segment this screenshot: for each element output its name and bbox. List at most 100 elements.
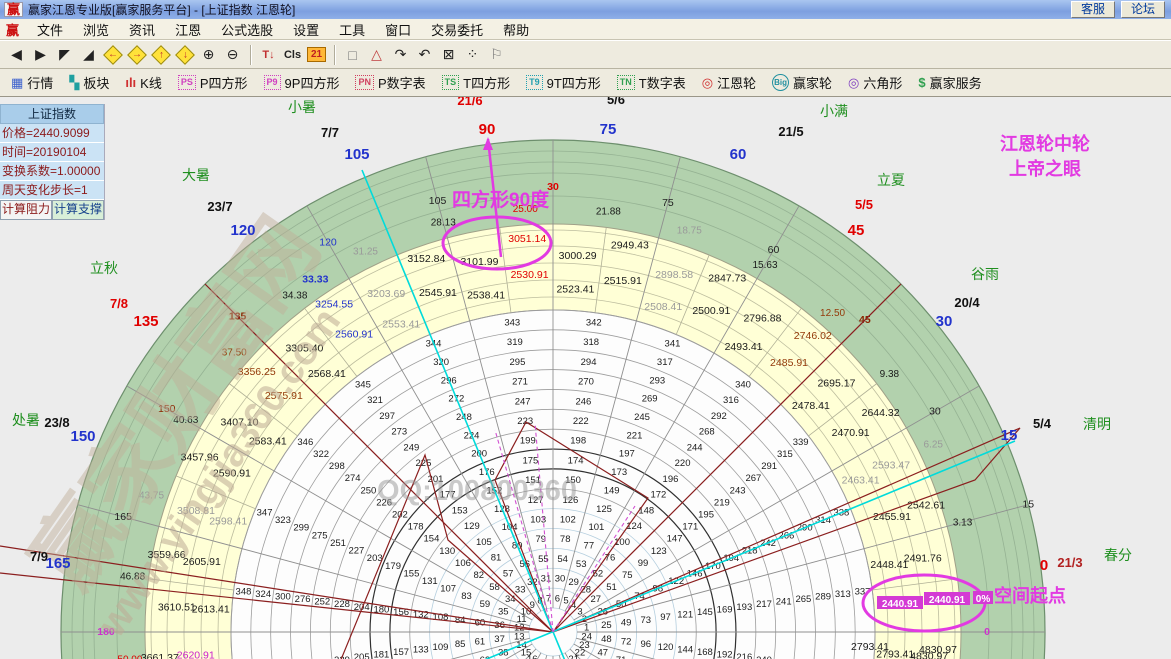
svg-text:2847.73: 2847.73 [708,273,746,285]
svg-text:立夏: 立夏 [877,172,905,188]
svg-text:125: 125 [596,504,612,515]
tab-quotes[interactable]: ▦行情 [3,73,61,92]
calc-resistance-button[interactable]: 计算阻力 [0,200,52,220]
svg-text:49: 49 [621,617,632,628]
tab-kline[interactable]: ılı K线 [117,73,170,92]
pan-down-icon-shape: ↓ [175,45,195,65]
svg-text:133: 133 [413,644,429,655]
flag-tool-icon[interactable]: ⚐ [485,44,508,66]
kline-icon: ılı [125,77,136,88]
tab-winner-wheel[interactable]: Big赢家轮 [764,73,840,92]
square-tool-icon[interactable]: □ [341,44,364,66]
pan-down-icon[interactable]: ↓ [173,44,196,66]
tab-p-square[interactable]: PSP四方形 [170,73,256,92]
triangle-tool-icon[interactable]: △ [365,44,388,66]
tab-label-gann-wheel: 江恩轮 [717,73,756,92]
tab-sectors[interactable]: ▚板块 [61,73,117,92]
svg-text:57: 57 [503,568,514,579]
svg-text:317: 317 [657,357,673,368]
svg-text:60: 60 [475,617,486,628]
svg-text:QQ:100800360: QQ:100800360 [377,475,577,507]
tab-label-kline: K线 [140,73,162,92]
rotate-ccw-icon[interactable]: ↶ [413,44,436,66]
cursor-up-icon[interactable]: ◤ [53,44,76,66]
menu-item-6[interactable]: 工具 [329,20,375,39]
svg-text:7/7: 7/7 [321,125,339,140]
calendar-icon[interactable]: 21 [305,44,328,66]
svg-text:90: 90 [479,121,496,138]
calc-support-button[interactable]: 计算支撑 [52,200,104,220]
svg-text:15.63: 15.63 [752,260,777,271]
svg-text:175: 175 [522,455,538,466]
svg-text:99: 99 [638,558,649,569]
hexagon-icon: ◎ [848,77,859,88]
svg-text:15: 15 [1001,427,1018,444]
svg-text:12.50: 12.50 [820,308,845,319]
menu-bar: 赢 文件浏览资讯江恩公式选股设置工具窗口交易委托帮助 [0,19,1171,40]
menu-item-7[interactable]: 窗口 [375,20,421,39]
pan-right-icon[interactable]: → [125,44,148,66]
svg-text:121: 121 [677,610,693,621]
tab-t-table[interactable]: TNT数字表 [609,73,694,92]
menu-item-4[interactable]: 公式选股 [211,20,283,39]
forum-button[interactable]: 论坛 [1121,1,1165,18]
svg-text:59: 59 [480,599,491,610]
menu-item-9[interactable]: 帮助 [493,20,539,39]
tab-gann-wheel[interactable]: ◎江恩轮 [694,73,764,92]
customer-service-button[interactable]: 客服 [1071,1,1115,18]
arrow-right-icon[interactable]: ▶ [29,44,52,66]
tab-hexagon[interactable]: ◎六角形 [840,73,910,92]
svg-text:53: 53 [576,559,587,570]
select-tool-icon[interactable]: ⁘ [461,44,484,66]
svg-text:处暑: 处暑 [12,412,40,428]
9p-square-icon: P9 [264,75,281,90]
menu-item-2[interactable]: 资讯 [119,20,165,39]
svg-text:135: 135 [133,313,158,330]
menu-item-1[interactable]: 浏览 [73,20,119,39]
svg-text:82: 82 [473,570,484,581]
svg-text:323: 323 [275,515,291,526]
pan-up-icon[interactable]: ↑ [149,44,172,66]
svg-text:198: 198 [570,436,586,447]
svg-text:上帝之眼: 上帝之眼 [1009,158,1081,179]
clear-button[interactable]: Cls [281,44,304,66]
svg-text:120: 120 [658,642,674,653]
svg-text:75: 75 [600,121,617,138]
svg-text:107: 107 [440,584,456,595]
svg-text:83: 83 [461,591,472,602]
svg-text:150: 150 [70,428,95,445]
zoom-in-icon[interactable]: ⊕ [197,44,220,66]
svg-text:21.88: 21.88 [596,207,621,218]
pan-left-icon[interactable]: ← [101,44,124,66]
svg-text:空间起点: 空间起点 [994,585,1066,606]
tab-t-square[interactable]: TST四方形 [434,73,518,92]
svg-text:71: 71 [616,655,627,659]
svg-text:171: 171 [682,522,698,533]
menu-item-8[interactable]: 交易委托 [421,20,493,39]
tab-p-table[interactable]: PNP数字表 [347,73,433,92]
svg-text:61: 61 [475,637,486,648]
svg-text:小暑: 小暑 [288,99,316,115]
svg-text:244: 244 [687,442,703,453]
menu-item-3[interactable]: 江恩 [165,20,211,39]
svg-text:149: 149 [604,485,620,496]
arrow-left-icon[interactable]: ◀ [5,44,28,66]
cursor-down-icon[interactable]: ◢ [77,44,100,66]
gann-wheel-canvas[interactable]: 1234567891011121314151617181920212223242… [0,97,1171,659]
tab-9p-square[interactable]: P9 9P四方形 [256,73,348,92]
grid-tool-icon[interactable]: ⊠ [437,44,460,66]
rotate-cw-icon[interactable]: ↷ [389,44,412,66]
tab-label-9p-square: 9P四方形 [285,73,340,92]
svg-text:178: 178 [408,522,424,533]
svg-text:四方形90度: 四方形90度 [452,188,550,211]
svg-text:9.38: 9.38 [880,369,900,380]
svg-text:246: 246 [575,396,591,407]
svg-text:217: 217 [756,599,772,610]
scale-tool-icon[interactable]: T↓ [257,44,280,66]
svg-text:105: 105 [429,195,447,207]
zoom-out-icon[interactable]: ⊖ [221,44,244,66]
menu-item-0[interactable]: 文件 [27,20,73,39]
tab-9t-square[interactable]: T99T四方形 [518,73,609,92]
menu-item-5[interactable]: 设置 [283,20,329,39]
tab-winner-service[interactable]: $赢家服务 [910,73,989,92]
